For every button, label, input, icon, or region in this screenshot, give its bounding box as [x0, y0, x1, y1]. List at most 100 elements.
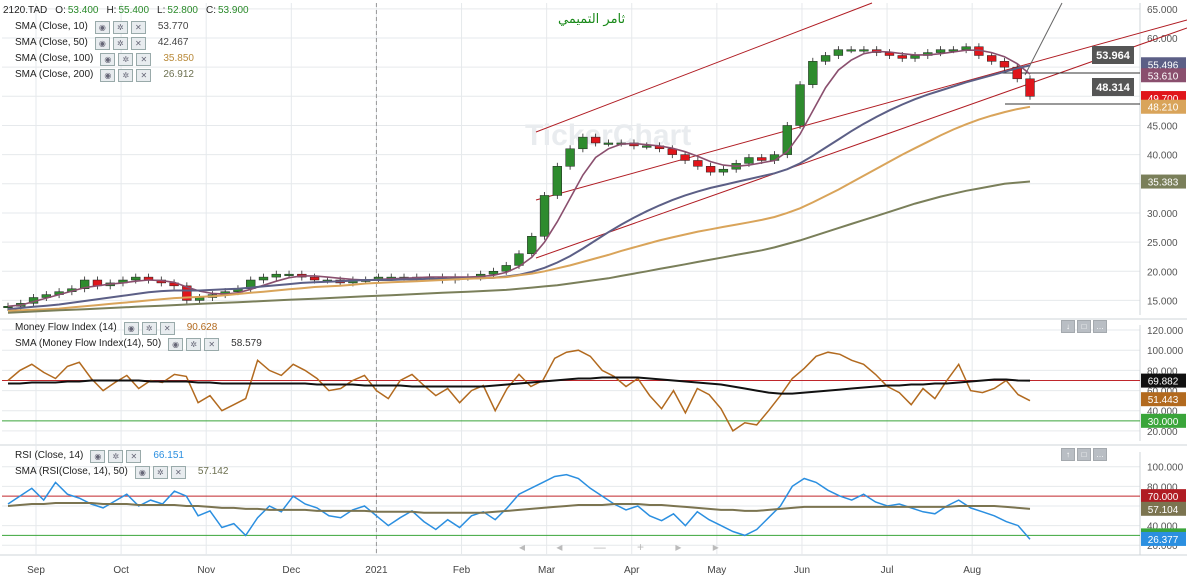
candle — [271, 273, 281, 278]
gear-icon[interactable]: ✲ — [108, 449, 124, 463]
gear-icon[interactable]: ✲ — [118, 52, 134, 66]
channel-line — [535, 19, 1187, 201]
candle — [603, 142, 614, 145]
close-icon[interactable]: ✕ — [159, 321, 175, 335]
eye-icon[interactable]: ◉ — [90, 449, 106, 463]
ohlc-legend: 2120.TAD O: 53.400 H: 55.400 L: 52.800 C: 53… — [3, 3, 249, 19]
price-legend-value: 26.912 — [163, 69, 194, 80]
eye-icon[interactable]: ◉ — [100, 68, 116, 82]
candle — [961, 46, 971, 50]
axis-tag-label: 26.377 — [1148, 535, 1179, 546]
price-legend-label: SMA (Close, 100) — [15, 53, 94, 64]
x-tick-label: Nov — [197, 565, 215, 576]
y-tick-label: 25.000 — [1147, 238, 1178, 249]
axis-tag-label: 53.610 — [1148, 71, 1179, 82]
chart-canvas[interactable]: 15.00020.00025.00030.00035.00040.00045.0… — [0, 0, 1187, 580]
eye-icon[interactable]: ◉ — [134, 465, 150, 479]
rsi-legend-label: SMA (RSI(Close, 14), 50) — [15, 466, 128, 477]
candle — [999, 61, 1010, 68]
eye-icon[interactable]: ◉ — [168, 337, 184, 351]
y-tick-label: 100.000 — [1147, 463, 1184, 474]
ticker-symbol: 2120.TAD — [3, 5, 48, 16]
price-legend-row: SMA (Close, 200) ◉ ✲ ✕ 26.912 — [15, 67, 194, 83]
price-legend-row: SMA (Close, 50) ◉ ✲ ✕ 42.467 — [15, 35, 194, 51]
candle — [680, 154, 690, 161]
more-icon[interactable]: … — [1093, 448, 1107, 461]
eye-icon[interactable]: ◉ — [94, 20, 110, 34]
close-icon[interactable]: ✕ — [204, 337, 220, 351]
mfi-legend-value: 58.579 — [231, 338, 262, 349]
price-legend-row: SMA (Close, 100) ◉ ✲ ✕ 35.850 — [15, 51, 194, 67]
close-icon[interactable]: ✕ — [130, 20, 146, 34]
more-icon[interactable]: … — [1093, 320, 1107, 333]
close-icon[interactable]: ✕ — [136, 68, 152, 82]
candle — [744, 157, 754, 164]
close-icon[interactable]: ✕ — [170, 465, 186, 479]
eye-icon[interactable]: ◉ — [123, 321, 139, 335]
collapse-icon[interactable]: ↑ — [1061, 448, 1075, 461]
gear-icon[interactable]: ✲ — [152, 465, 168, 479]
open-label: O: — [55, 5, 66, 16]
price-legend-value: 53.770 — [157, 21, 189, 32]
candle — [935, 49, 946, 53]
candle — [1025, 78, 1035, 97]
mfi-legend: Money Flow Index (14) ◉ ✲ ✕ 90.628 SMA (Money… — [15, 320, 262, 352]
close-icon[interactable]: ✕ — [130, 36, 146, 50]
rsi-legend: RSI (Close, 14) ◉ ✲ ✕ 66.151 SMA (RSI(Close, … — [15, 448, 228, 480]
price-legend: SMA (Close, 10) ◉ ✲ ✕ 53.770 SMA (Close, 50) ◉… — [15, 19, 194, 83]
x-tick-label: Mar — [538, 565, 556, 576]
sma-line — [7, 180, 1031, 314]
gear-icon[interactable]: ✲ — [112, 20, 128, 34]
open-value: 53.400 — [67, 5, 99, 16]
y-tick-label: 30.000 — [1147, 209, 1178, 220]
x-tick-label: Aug — [963, 565, 981, 576]
rsi-legend-value: 57.142 — [197, 466, 229, 477]
candle — [757, 157, 767, 161]
rsi-legend-row: SMA (RSI(Close, 14), 50) ◉ ✲ ✕ 57.142 — [15, 464, 228, 480]
close-icon[interactable]: ✕ — [126, 449, 142, 463]
close-label: C: — [205, 5, 216, 16]
axis-tag-label: 51.443 — [1148, 395, 1179, 406]
indicator-line — [7, 502, 1031, 514]
gear-icon[interactable]: ✲ — [186, 337, 202, 351]
candle — [527, 236, 537, 255]
candle — [987, 55, 997, 62]
axis-tag-label: 35.383 — [1148, 178, 1179, 189]
y-tick-label: 65.000 — [1147, 5, 1178, 16]
axis-tag-label: 70.000 — [1148, 492, 1179, 503]
candle — [552, 166, 562, 196]
candle — [488, 271, 499, 275]
gear-icon[interactable]: ✲ — [112, 36, 128, 50]
trend-line — [1024, 2, 1063, 76]
gear-icon[interactable]: ✲ — [141, 321, 157, 335]
close-icon[interactable]: ✕ — [136, 52, 152, 66]
x-tick-label: Dec — [282, 565, 300, 576]
x-tick-label: Oct — [113, 565, 129, 576]
y-tick-label: 100.000 — [1147, 346, 1184, 357]
x-tick-label: 2021 — [365, 565, 388, 576]
x-tick-label: Apr — [624, 565, 640, 576]
candle — [642, 145, 652, 148]
navigation-arrows-icon[interactable]: ◂ ◂ — + ▸ ▸ — [519, 540, 733, 554]
price-legend-value: 42.467 — [157, 37, 189, 48]
candle — [705, 166, 716, 173]
maximize-icon[interactable]: □ — [1077, 448, 1091, 461]
candle — [910, 55, 920, 59]
x-tick-label: Jun — [794, 565, 810, 576]
price-legend-label: SMA (Close, 50) — [15, 37, 88, 48]
candle — [718, 168, 729, 173]
eye-icon[interactable]: ◉ — [100, 52, 116, 66]
mfi-panel-controls: ↓ □ … — [1061, 320, 1107, 333]
maximize-icon[interactable]: □ — [1077, 320, 1091, 333]
mfi-legend-label: Money Flow Index (14) — [15, 322, 117, 333]
eye-icon[interactable]: ◉ — [94, 36, 110, 50]
high-value: 55.400 — [118, 5, 150, 16]
candle — [693, 160, 703, 167]
collapse-icon[interactable]: ↓ — [1061, 320, 1075, 333]
candle — [284, 273, 294, 276]
price-label-box: 53.964 — [1092, 46, 1134, 64]
price-legend-label: SMA (Close, 10) — [15, 21, 88, 32]
gear-icon[interactable]: ✲ — [118, 68, 134, 82]
candle — [258, 276, 269, 281]
price-label: 48.314 — [1096, 82, 1131, 94]
